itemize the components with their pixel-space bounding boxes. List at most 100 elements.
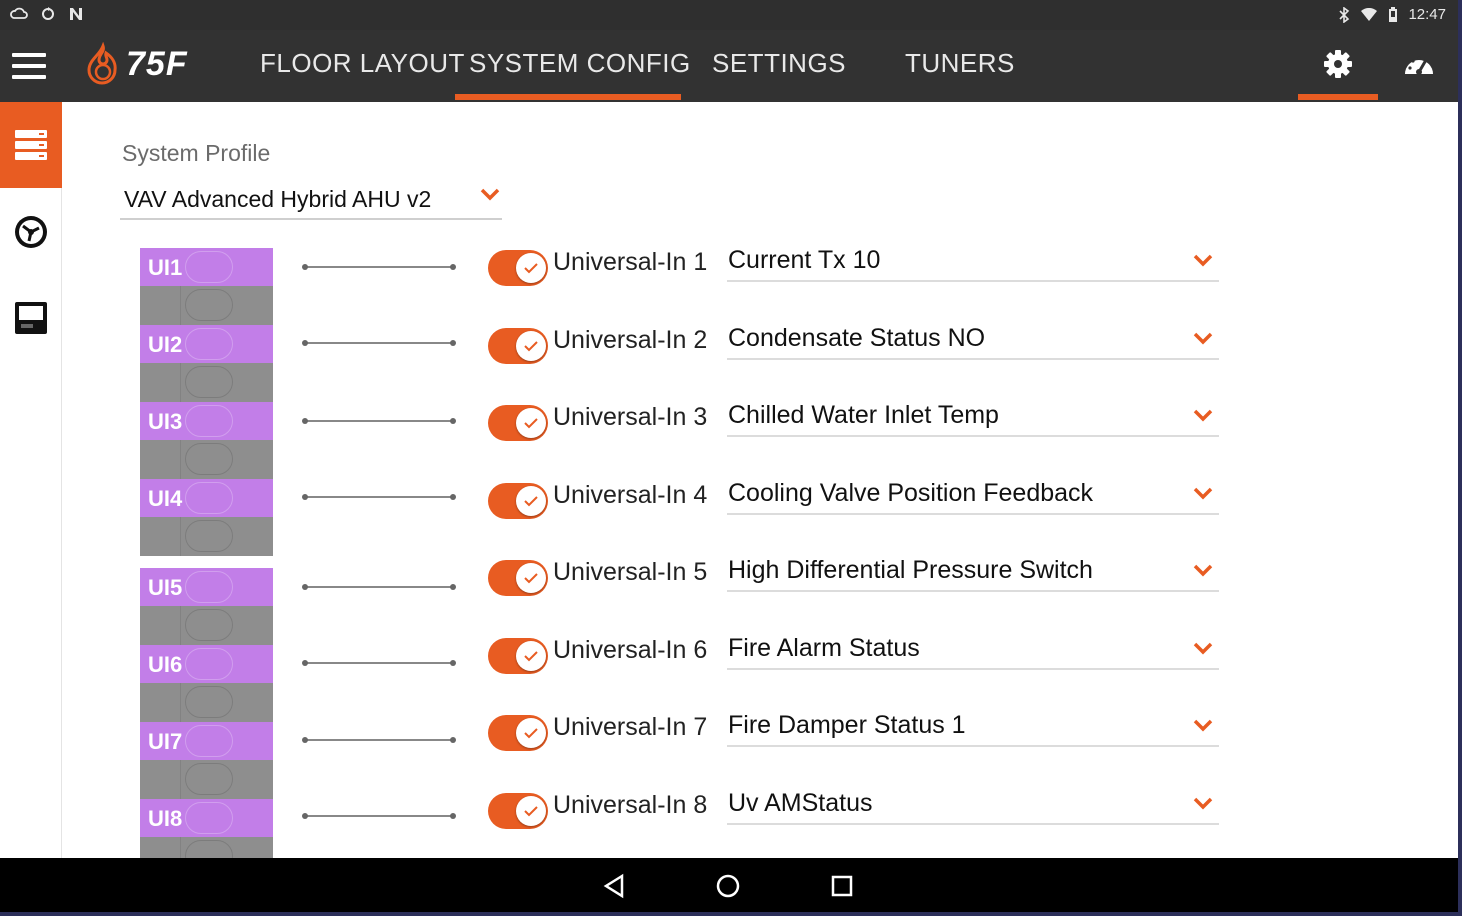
port-ui3: UI3 [140,402,273,440]
connector-line [302,264,456,270]
check-icon [524,728,538,739]
check-icon [524,263,538,274]
logo: 75F [84,42,188,86]
input-type-value: Cooling Valve Position Feedback [728,479,1094,507]
input-label: Universal-In 1 [553,248,708,276]
tab-tuners[interactable]: TUNERS [905,48,1015,102]
port-ui4: UI4 [140,479,273,517]
tab-settings[interactable]: SETTINGS [712,48,846,102]
input-type-value: Fire Alarm Status [728,634,920,662]
n-icon [70,8,82,20]
input-type-dropdown[interactable]: Condensate Status NO [727,320,1219,360]
input-type-value: Chilled Water Inlet Temp [728,401,999,429]
chevron-down-icon [1193,487,1213,500]
logo-text: 75F [126,44,188,83]
input-type-dropdown[interactable]: Current Tx 10 [727,242,1219,282]
toggle-universal-in-3[interactable] [488,405,548,441]
chevron-down-icon [1193,409,1213,422]
input-label: Universal-In 3 [553,403,708,431]
universal-input-port-block-2: UI5 UI6 UI7 UI8 [140,568,273,872]
input-type-value: Current Tx 10 [728,246,881,274]
sidebar-item-rtu[interactable] [0,298,62,338]
rtu-device-icon [15,302,47,334]
status-bar: 12:47 [0,0,1458,30]
check-icon [524,573,538,584]
check-icon [524,806,538,817]
input-label: Universal-In 4 [553,481,708,509]
toggle-universal-in-1[interactable] [488,250,548,286]
check-icon [524,496,538,507]
input-type-value: Fire Damper Status 1 [728,711,966,739]
connector-line [302,584,456,590]
universal-input-port-block-1: UI1 UI2 UI3 UI4 [140,248,273,556]
port-ui7: UI7 [140,722,273,760]
system-profile-dropdown[interactable]: VAV Advanced Hybrid AHU v2 [120,182,502,220]
menu-icon[interactable] [12,53,46,79]
input-label: Universal-In 6 [553,636,708,664]
cloud-icon [10,7,28,19]
chevron-down-icon [1193,564,1213,577]
battery-icon [1389,6,1398,22]
chevron-down-icon [1193,719,1213,732]
port-ui5: UI5 [140,568,273,606]
server-stack-icon [15,130,47,160]
chevron-down-icon [1193,254,1213,267]
input-type-value: High Differential Pressure Switch [728,556,1093,584]
input-type-dropdown[interactable]: Fire Damper Status 1 [727,707,1219,747]
check-icon [524,418,538,429]
connector-line [302,494,456,500]
check-icon [524,341,538,352]
chevron-down-icon [480,188,500,201]
clock-time: 12:47 [1408,6,1446,23]
toggle-universal-in-8[interactable] [488,793,548,829]
sidebar-item-system[interactable] [0,102,62,188]
port-ui6: UI6 [140,645,273,683]
recents-icon[interactable] [828,872,856,900]
chevron-down-icon [1193,642,1213,655]
toggle-universal-in-2[interactable] [488,328,548,364]
port-ui8: UI8 [140,799,273,837]
input-label: Universal-In 8 [553,791,708,819]
input-type-dropdown[interactable]: Fire Alarm Status [727,630,1219,670]
input-label: Universal-In 7 [553,713,708,741]
connector-line [302,737,456,743]
bluetooth-icon [1339,6,1350,23]
input-type-dropdown[interactable]: Cooling Valve Position Feedback [727,475,1219,515]
input-type-value: Condensate Status NO [728,324,986,352]
flame-logo-icon [87,42,117,85]
connector-line [302,660,456,666]
system-profile-label: System Profile [122,140,271,166]
home-icon[interactable] [714,872,742,900]
input-type-value: Uv AMStatus [728,789,873,817]
port-ui2: UI2 [140,325,273,363]
system-profile-value: VAV Advanced Hybrid AHU v2 [124,186,432,212]
toggle-universal-in-7[interactable] [488,715,548,751]
chevron-down-icon [1193,332,1213,345]
toggle-universal-in-4[interactable] [488,483,548,519]
sidebar-item-fan[interactable] [0,212,62,252]
gear-active-indicator [1298,94,1378,100]
tab-floor-layout[interactable]: FLOOR LAYOUT [260,48,465,102]
sync-icon [42,7,54,20]
fan-dial-icon [15,216,47,248]
app-screen: 12:47 75F FLOOR LAYOUT SYSTEM CONFIG SET… [0,0,1458,912]
input-type-dropdown[interactable]: Chilled Water Inlet Temp [727,397,1219,437]
port-ui1: UI1 [140,248,273,286]
chevron-down-icon [1193,797,1213,810]
input-type-dropdown[interactable]: High Differential Pressure Switch [727,552,1219,592]
toggle-universal-in-6[interactable] [488,638,548,674]
input-type-dropdown[interactable]: Uv AMStatus [727,785,1219,825]
connector-line [302,418,456,424]
check-icon [524,651,538,662]
system-config-panel: System Profile VAV Advanced Hybrid AHU v… [62,102,1458,872]
active-tab-indicator [455,94,681,100]
input-label: Universal-In 5 [553,558,708,586]
connector-line [302,340,456,346]
input-label: Universal-In 2 [553,326,708,354]
speedometer-icon[interactable] [1402,50,1436,80]
back-icon[interactable] [600,872,628,900]
gear-icon[interactable] [1322,48,1354,80]
connector-line [302,813,456,819]
toggle-universal-in-5[interactable] [488,560,548,596]
app-bar: 75F FLOOR LAYOUT SYSTEM CONFIG SETTINGS … [0,30,1458,102]
